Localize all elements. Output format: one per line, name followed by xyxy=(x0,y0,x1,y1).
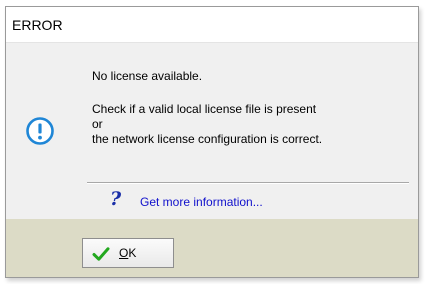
message-check-local: Check if a valid local license file is p… xyxy=(92,102,317,116)
ok-label: OK xyxy=(119,246,137,260)
get-more-info-label: Get more information... xyxy=(140,195,263,209)
message-network-config: the network license configuration is cor… xyxy=(92,132,323,146)
info-icon xyxy=(26,117,54,145)
error-dialog: ERROR No license available. Check if a v… xyxy=(5,6,419,278)
separator xyxy=(87,182,409,184)
dialog-footer: OK xyxy=(6,219,418,277)
message-no-license: No license available. xyxy=(92,69,203,83)
message-or: or xyxy=(92,117,103,131)
dialog-titlebar[interactable]: ERROR xyxy=(6,7,418,43)
ok-button[interactable]: OK xyxy=(82,238,174,268)
dialog-title: ERROR xyxy=(12,17,63,33)
checkmark-icon xyxy=(92,247,110,261)
question-mark-icon: ? xyxy=(110,188,122,210)
dialog-body: No license available. Check if a valid l… xyxy=(6,43,418,219)
